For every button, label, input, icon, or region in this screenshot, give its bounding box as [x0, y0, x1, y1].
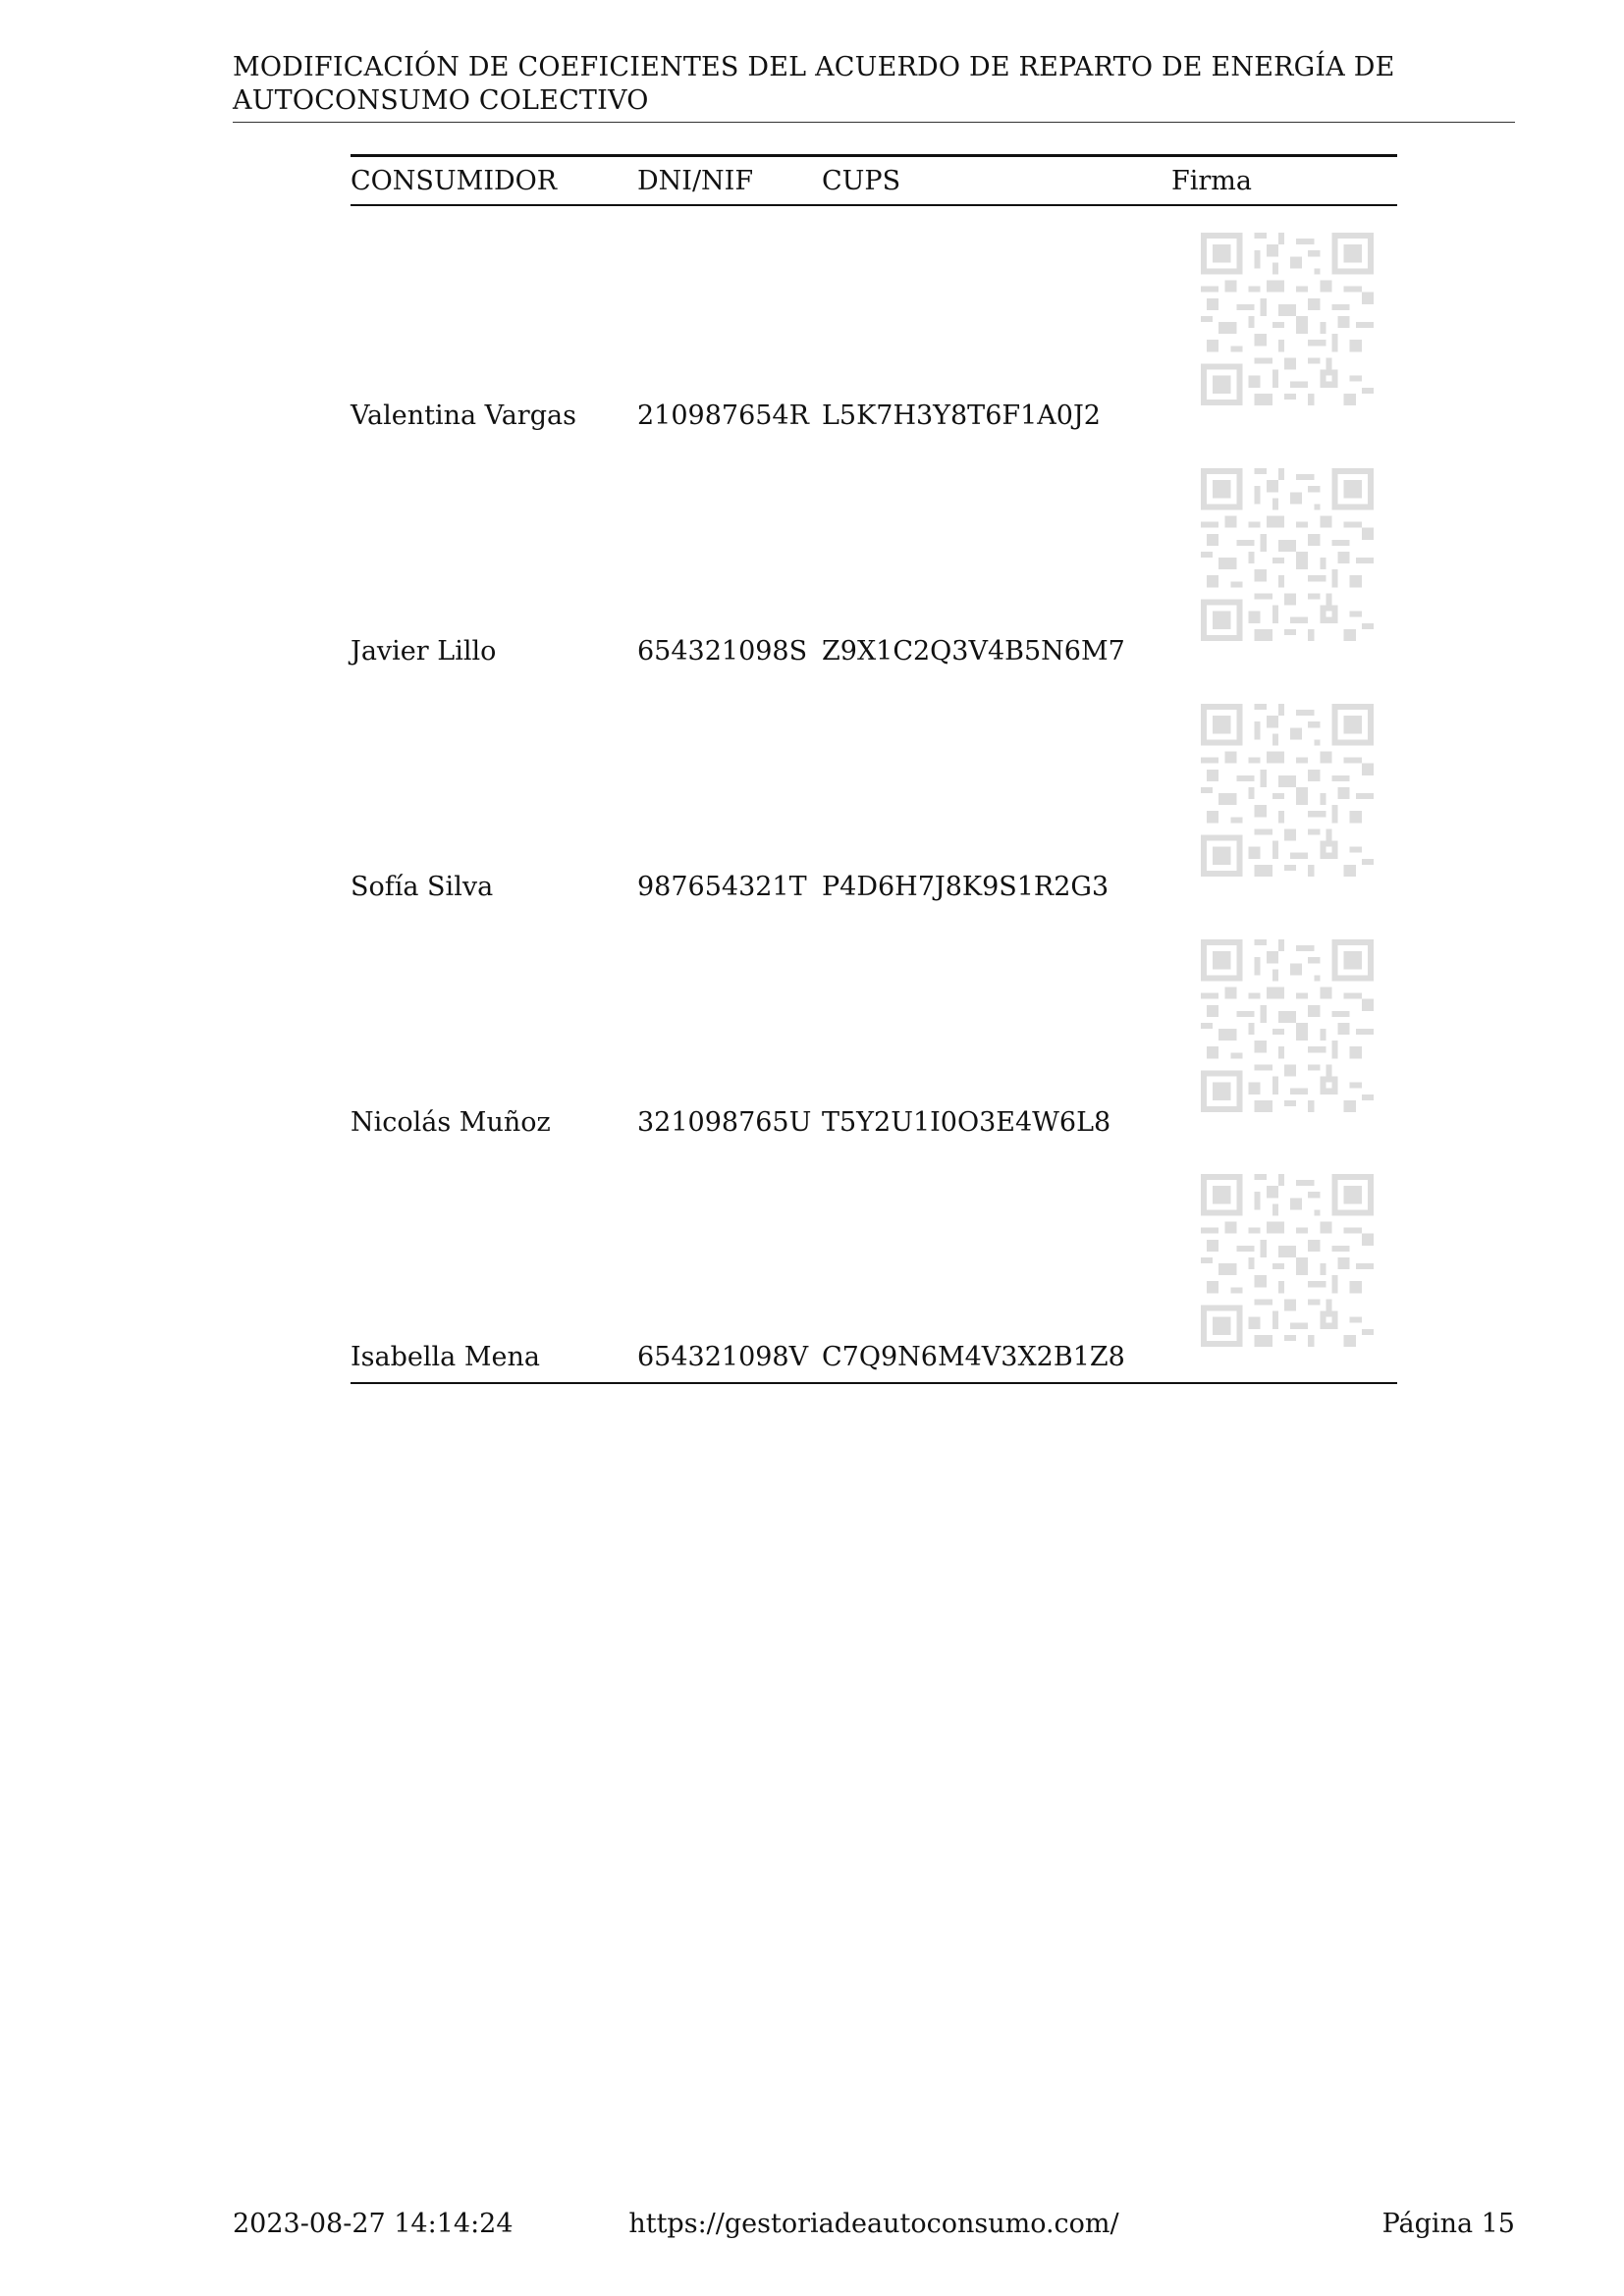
consumer-cups: Z9X1C2Q3V4B5N6M7 — [822, 636, 1125, 667]
consumer-cups: T5Y2U1I0O3E4W6L8 — [822, 1107, 1111, 1138]
consumer-name: Valentina Vargas — [351, 400, 576, 431]
qr-code-icon — [1201, 233, 1374, 405]
consumer-cups: C7Q9N6M4V3X2B1Z8 — [822, 1148, 1171, 1384]
consumer-dni: 210987654R — [637, 400, 809, 431]
table-row: Valentina Vargas 210987654R L5K7H3Y8T6F1… — [351, 205, 1397, 441]
header-signature: Firma — [1171, 154, 1397, 206]
consumer-dni: 654321098S — [637, 636, 808, 667]
page-number: Página 15 — [1381, 2209, 1515, 2239]
consumer-dni: 987654321T — [637, 872, 807, 902]
table-header-row: CONSUMIDOR DNI/NIF CUPS Firma — [351, 154, 1397, 206]
consumer-cups: L5K7H3Y8T6F1A0J2 — [822, 400, 1101, 431]
consumer-name: Nicolás Muñoz — [351, 1107, 551, 1138]
table-row: Isabella Mena 654321098V C7Q9N6M4V3X2B1Z… — [351, 1148, 1397, 1384]
consumer-name: Isabella Mena — [351, 1148, 637, 1384]
qr-code-icon — [1201, 939, 1374, 1112]
consumer-dni: 654321098V — [637, 1148, 822, 1384]
consumer-name: Javier Lillo — [351, 636, 497, 667]
header-consumer: CONSUMIDOR — [351, 154, 637, 206]
consumer-name: Sofía Silva — [351, 872, 494, 902]
header-divider — [233, 122, 1515, 123]
signature-cell — [1171, 205, 1397, 441]
consumer-dni: 321098765U — [637, 1107, 812, 1138]
header-dni: DNI/NIF — [637, 154, 822, 206]
consumer-cups: P4D6H7J8K9S1R2G3 — [822, 872, 1110, 902]
header-cups: CUPS — [822, 154, 1171, 206]
signers-table: CONSUMIDOR DNI/NIF CUPS Firma Valentina … — [351, 154, 1397, 1384]
table-row: Nicolás Muñoz 321098765U T5Y2U1I0O3E4W6L… — [351, 912, 1397, 1148]
signature-cell — [1171, 912, 1397, 1148]
signature-cell — [1171, 676, 1397, 912]
qr-code-icon — [1201, 468, 1374, 641]
qr-code-icon — [1201, 704, 1374, 877]
signature-cell — [1171, 441, 1397, 676]
page-title: MODIFICACIÓN DE COEFICIENTES DEL ACUERDO… — [233, 52, 1395, 116]
signature-cell — [1171, 1148, 1397, 1384]
qr-code-icon — [1201, 1174, 1374, 1347]
table-row: Sofía Silva 987654321T P4D6H7J8K9S1R2G3 — [351, 676, 1397, 912]
table-row: Javier Lillo 654321098S Z9X1C2Q3V4B5N6M7 — [351, 441, 1397, 676]
footer-url[interactable]: https://gestoriadeautoconsumo.com/ — [233, 2209, 1515, 2239]
